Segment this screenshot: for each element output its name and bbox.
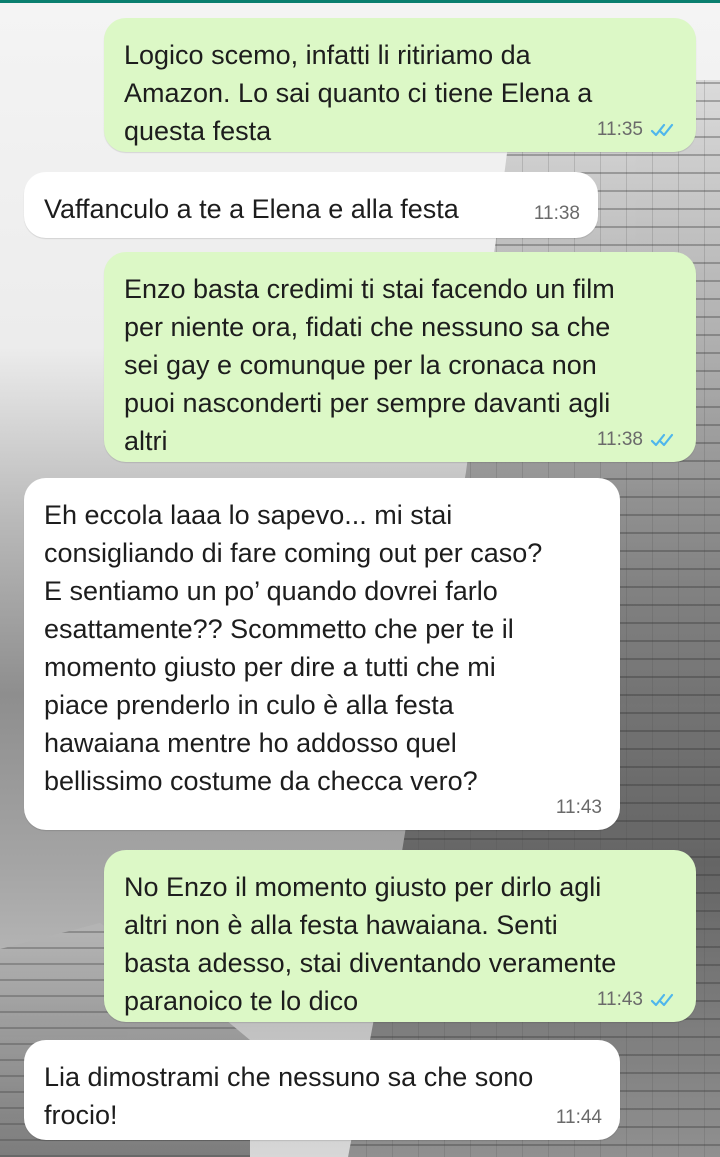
- message-meta: 11:43: [556, 798, 602, 818]
- message-time: 11:38: [596, 429, 643, 450]
- message-meta: 11:43: [597, 990, 678, 1010]
- message-bubble-incoming[interactable]: Eh eccola laaa lo sapevo... mi stai cons…: [24, 478, 620, 830]
- double-check-icon: [650, 993, 674, 1007]
- message-time: 11:44: [555, 1107, 602, 1128]
- double-check-icon: [650, 433, 674, 447]
- message-bubble-outgoing[interactable]: Logico scemo, infatti li ritiriamo da Am…: [104, 18, 696, 152]
- message-bubble-outgoing[interactable]: No Enzo il momento giusto per dirlo agli…: [104, 850, 696, 1022]
- message-text: Lia dimostrami che nessuno sa che sono f…: [44, 1062, 534, 1130]
- message-time: 11:35: [596, 119, 643, 140]
- top-accent-line: [0, 0, 720, 3]
- message-text: Vaffanculo a te a Elena e alla festa: [44, 194, 459, 224]
- message-text: Logico scemo, infatti li ritiriamo da Am…: [124, 40, 593, 146]
- double-check-icon: [650, 123, 674, 137]
- message-text: No Enzo il momento giusto per dirlo agli…: [124, 872, 617, 1016]
- message-bubble-incoming[interactable]: Vaffanculo a te a Elena e alla festa 11:…: [24, 172, 598, 238]
- message-text: Eh eccola laaa lo sapevo... mi stai cons…: [44, 500, 543, 796]
- message-bubble-incoming[interactable]: Lia dimostrami che nessuno sa che sono f…: [24, 1040, 620, 1140]
- message-meta: 11:38: [597, 430, 678, 450]
- message-bubble-outgoing[interactable]: Enzo basta credimi ti stai facendo un fi…: [104, 252, 696, 462]
- message-time: 11:43: [555, 797, 602, 818]
- message-text: Enzo basta credimi ti stai facendo un fi…: [124, 274, 615, 456]
- message-time: 11:38: [533, 203, 580, 224]
- message-meta: 11:35: [597, 120, 678, 140]
- message-time: 11:43: [596, 989, 643, 1010]
- message-meta: 11:38: [534, 204, 580, 224]
- message-meta: 11:44: [556, 1108, 602, 1128]
